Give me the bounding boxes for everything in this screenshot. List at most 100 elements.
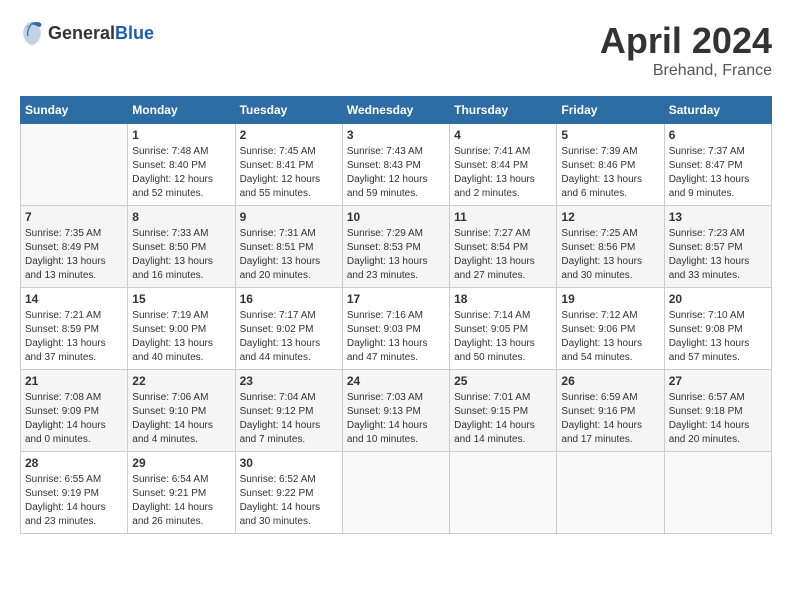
day-number: 26	[561, 374, 659, 388]
calendar-cell: 14 Sunrise: 7:21 AM Sunset: 8:59 PM Dayli…	[21, 288, 128, 370]
calendar-cell: 27 Sunrise: 6:57 AM Sunset: 9:18 PM Dayli…	[664, 370, 771, 452]
day-number: 10	[347, 210, 445, 224]
day-number: 30	[240, 456, 338, 470]
calendar-cell: 2 Sunrise: 7:45 AM Sunset: 8:41 PM Daylig…	[235, 124, 342, 206]
day-info: Sunrise: 7:14 AM Sunset: 9:05 PM Dayligh…	[454, 309, 552, 365]
day-number: 7	[25, 210, 123, 224]
calendar-cell: 24 Sunrise: 7:03 AM Sunset: 9:13 PM Dayli…	[342, 370, 449, 452]
calendar-week-row: 7 Sunrise: 7:35 AM Sunset: 8:49 PM Daylig…	[21, 206, 772, 288]
calendar-cell: 3Sunrise: 7:43 AM Sunset: 8:43 PM Daylig…	[342, 124, 449, 206]
weekday-header-saturday: Saturday	[664, 97, 771, 124]
day-number: 20	[669, 292, 767, 306]
calendar-cell: 4Sunrise: 7:41 AM Sunset: 8:44 PM Daylig…	[450, 124, 557, 206]
calendar-cell: 23Sunrise: 7:04 AM Sunset: 9:12 PM Dayli…	[235, 370, 342, 452]
day-number: 1	[132, 128, 230, 142]
day-info: Sunrise: 7:04 AM Sunset: 9:12 PM Dayligh…	[240, 391, 338, 447]
calendar-week-row: 28 Sunrise: 6:55 AM Sunset: 9:19 PM Dayli…	[21, 452, 772, 534]
day-number: 6	[669, 128, 767, 142]
day-number: 24	[347, 374, 445, 388]
day-number: 12	[561, 210, 659, 224]
weekday-header-wednesday: Wednesday	[342, 97, 449, 124]
calendar-table: SundayMondayTuesdayWednesdayThursdayFrid…	[20, 96, 772, 534]
calendar-cell: 18 Sunrise: 7:14 AM Sunset: 9:05 PM Dayli…	[450, 288, 557, 370]
day-info: Sunrise: 7:27 AM Sunset: 8:54 PM Dayligh…	[454, 227, 552, 283]
day-info: Sunrise: 7:03 AM Sunset: 9:13 PM Dayligh…	[347, 391, 445, 447]
day-number: 13	[669, 210, 767, 224]
day-info: Sunrise: 7:16 AM Sunset: 9:03 PM Dayligh…	[347, 309, 445, 365]
day-number: 19	[561, 292, 659, 306]
day-number: 17	[347, 292, 445, 306]
day-number: 25	[454, 374, 552, 388]
day-number: 16	[240, 292, 338, 306]
month-year-title: April 2024	[600, 20, 772, 62]
calendar-cell	[450, 452, 557, 534]
day-number: 28	[25, 456, 123, 470]
day-number: 14	[25, 292, 123, 306]
day-info: Sunrise: 7:06 AM Sunset: 9:10 PM Dayligh…	[132, 391, 230, 447]
day-info: Sunrise: 7:31 AM Sunset: 8:51 PM Dayligh…	[240, 227, 338, 283]
day-number: 8	[132, 210, 230, 224]
day-info: Sunrise: 7:43 AM Sunset: 8:43 PM Dayligh…	[347, 145, 445, 201]
day-info: Sunrise: 7:17 AM Sunset: 9:02 PM Dayligh…	[240, 309, 338, 365]
calendar-cell: 25 Sunrise: 7:01 AM Sunset: 9:15 PM Dayli…	[450, 370, 557, 452]
calendar-cell: 13 Sunrise: 7:23 AM Sunset: 8:57 PM Dayli…	[664, 206, 771, 288]
day-info: Sunrise: 7:10 AM Sunset: 9:08 PM Dayligh…	[669, 309, 767, 365]
day-info: Sunrise: 7:19 AM Sunset: 9:00 PM Dayligh…	[132, 309, 230, 365]
day-number: 15	[132, 292, 230, 306]
logo: GeneralBlue	[20, 20, 154, 48]
day-info: Sunrise: 7:35 AM Sunset: 8:49 PM Dayligh…	[25, 227, 123, 283]
calendar-cell: 5 Sunrise: 7:39 AM Sunset: 8:46 PM Daylig…	[557, 124, 664, 206]
calendar-cell: 28 Sunrise: 6:55 AM Sunset: 9:19 PM Dayli…	[21, 452, 128, 534]
weekday-header-monday: Monday	[128, 97, 235, 124]
logo-text: GeneralBlue	[48, 24, 154, 44]
calendar-cell: 11Sunrise: 7:27 AM Sunset: 8:54 PM Dayli…	[450, 206, 557, 288]
calendar-week-row: 1 Sunrise: 7:48 AM Sunset: 8:40 PM Daylig…	[21, 124, 772, 206]
day-number: 9	[240, 210, 338, 224]
day-number: 18	[454, 292, 552, 306]
weekday-header-sunday: Sunday	[21, 97, 128, 124]
calendar-cell	[342, 452, 449, 534]
calendar-cell: 30Sunrise: 6:52 AM Sunset: 9:22 PM Dayli…	[235, 452, 342, 534]
day-number: 29	[132, 456, 230, 470]
calendar-cell: 8 Sunrise: 7:33 AM Sunset: 8:50 PM Daylig…	[128, 206, 235, 288]
day-info: Sunrise: 7:21 AM Sunset: 8:59 PM Dayligh…	[25, 309, 123, 365]
calendar-cell: 1 Sunrise: 7:48 AM Sunset: 8:40 PM Daylig…	[128, 124, 235, 206]
calendar-cell: 12 Sunrise: 7:25 AM Sunset: 8:56 PM Dayli…	[557, 206, 664, 288]
day-info: Sunrise: 7:08 AM Sunset: 9:09 PM Dayligh…	[25, 391, 123, 447]
page-header: GeneralBlue April 2024 Brehand, France	[20, 20, 772, 80]
day-info: Sunrise: 7:29 AM Sunset: 8:53 PM Dayligh…	[347, 227, 445, 283]
calendar-cell: 29 Sunrise: 6:54 AM Sunset: 9:21 PM Dayli…	[128, 452, 235, 534]
calendar-week-row: 21Sunrise: 7:08 AM Sunset: 9:09 PM Dayli…	[21, 370, 772, 452]
day-number: 2	[240, 128, 338, 142]
day-number: 27	[669, 374, 767, 388]
day-info: Sunrise: 7:25 AM Sunset: 8:56 PM Dayligh…	[561, 227, 659, 283]
calendar-cell: 7 Sunrise: 7:35 AM Sunset: 8:49 PM Daylig…	[21, 206, 128, 288]
calendar-cell: 10 Sunrise: 7:29 AM Sunset: 8:53 PM Dayli…	[342, 206, 449, 288]
calendar-cell: 16 Sunrise: 7:17 AM Sunset: 9:02 PM Dayli…	[235, 288, 342, 370]
logo-bird-icon	[20, 20, 44, 48]
day-info: Sunrise: 7:39 AM Sunset: 8:46 PM Dayligh…	[561, 145, 659, 201]
day-info: Sunrise: 7:45 AM Sunset: 8:41 PM Dayligh…	[240, 145, 338, 201]
day-info: Sunrise: 6:54 AM Sunset: 9:21 PM Dayligh…	[132, 473, 230, 529]
calendar-cell	[557, 452, 664, 534]
calendar-cell: 22 Sunrise: 7:06 AM Sunset: 9:10 PM Dayli…	[128, 370, 235, 452]
day-info: Sunrise: 6:55 AM Sunset: 9:19 PM Dayligh…	[25, 473, 123, 529]
day-info: Sunrise: 7:23 AM Sunset: 8:57 PM Dayligh…	[669, 227, 767, 283]
day-info: Sunrise: 6:57 AM Sunset: 9:18 PM Dayligh…	[669, 391, 767, 447]
title-section: April 2024 Brehand, France	[600, 20, 772, 80]
calendar-week-row: 14 Sunrise: 7:21 AM Sunset: 8:59 PM Dayli…	[21, 288, 772, 370]
day-number: 22	[132, 374, 230, 388]
weekday-header-thursday: Thursday	[450, 97, 557, 124]
day-info: Sunrise: 7:48 AM Sunset: 8:40 PM Dayligh…	[132, 145, 230, 201]
calendar-cell	[21, 124, 128, 206]
calendar-cell: 6Sunrise: 7:37 AM Sunset: 8:47 PM Daylig…	[664, 124, 771, 206]
day-info: Sunrise: 7:33 AM Sunset: 8:50 PM Dayligh…	[132, 227, 230, 283]
calendar-cell: 20 Sunrise: 7:10 AM Sunset: 9:08 PM Dayli…	[664, 288, 771, 370]
day-info: Sunrise: 7:41 AM Sunset: 8:44 PM Dayligh…	[454, 145, 552, 201]
day-number: 5	[561, 128, 659, 142]
calendar-header-row: SundayMondayTuesdayWednesdayThursdayFrid…	[21, 97, 772, 124]
calendar-cell: 19Sunrise: 7:12 AM Sunset: 9:06 PM Dayli…	[557, 288, 664, 370]
calendar-cell: 21Sunrise: 7:08 AM Sunset: 9:09 PM Dayli…	[21, 370, 128, 452]
day-info: Sunrise: 7:01 AM Sunset: 9:15 PM Dayligh…	[454, 391, 552, 447]
weekday-header-friday: Friday	[557, 97, 664, 124]
